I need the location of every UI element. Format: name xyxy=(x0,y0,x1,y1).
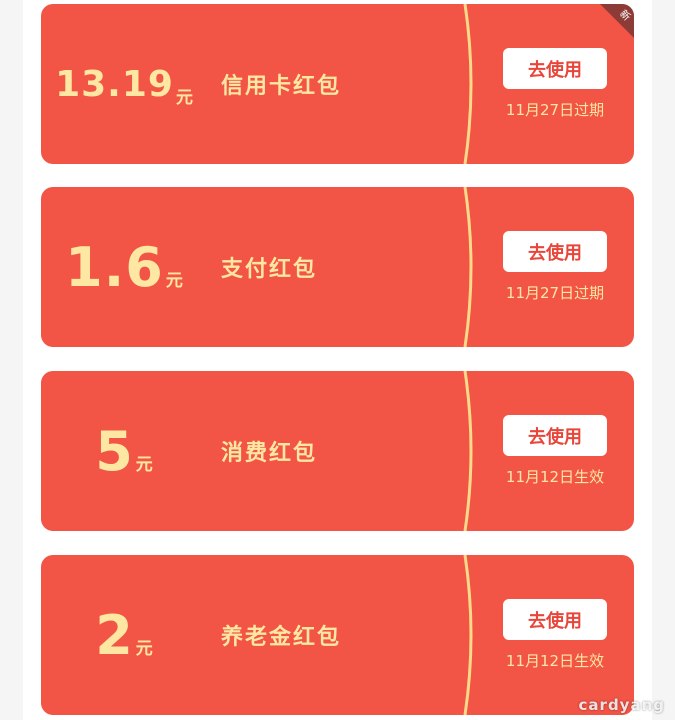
coupon-amount-unit: 元 xyxy=(135,638,153,659)
coupon-title: 信用卡红包 xyxy=(221,74,342,99)
coupon-amount-unit: 元 xyxy=(175,87,193,108)
coupon-start-date: 11月12日生效 xyxy=(505,468,605,486)
coupon-amount-value: 5 xyxy=(95,419,134,483)
watermark: cardyang xyxy=(578,696,665,714)
coupon-expiry: 11月27日过期 xyxy=(505,101,605,119)
coupon-title: 养老金红包 xyxy=(221,625,342,650)
coupon-card-credit-card[interactable]: 13.19 元 信用卡红包 去使用 11月27日过期 新 xyxy=(41,4,634,164)
coupon-start-date: 11月12日生效 xyxy=(505,652,605,670)
coupon-amount: 2 元 xyxy=(59,555,189,715)
use-coupon-button[interactable]: 去使用 xyxy=(503,231,607,272)
coupon-amount: 5 元 xyxy=(59,371,189,531)
coupon-title: 支付红包 xyxy=(221,257,318,282)
coupon-card-payment[interactable]: 1.6 元 支付红包 去使用 11月27日过期 xyxy=(41,187,634,347)
coupon-amount-unit: 元 xyxy=(165,270,183,291)
coupon-amount-value: 13.19 xyxy=(55,63,174,105)
coupon-amount: 1.6 元 xyxy=(59,187,189,347)
use-coupon-button[interactable]: 去使用 xyxy=(503,599,607,640)
coupon-amount-value: 1.6 xyxy=(65,235,164,299)
coupon-amount: 13.19 元 xyxy=(55,4,193,164)
page: 13.19 元 信用卡红包 去使用 11月27日过期 新 1.6 元 支付红包 … xyxy=(0,0,675,720)
coupon-amount-unit: 元 xyxy=(135,454,153,475)
coupon-expiry: 11月27日过期 xyxy=(505,284,605,302)
coupon-amount-value: 2 xyxy=(95,603,134,667)
use-coupon-button[interactable]: 去使用 xyxy=(503,415,607,456)
coupon-title: 消费红包 xyxy=(221,441,318,466)
coupon-card-pension[interactable]: 2 元 养老金红包 去使用 11月12日生效 xyxy=(41,555,634,715)
use-coupon-button[interactable]: 去使用 xyxy=(503,48,607,89)
coupon-card-consumption[interactable]: 5 元 消费红包 去使用 11月12日生效 xyxy=(41,371,634,531)
